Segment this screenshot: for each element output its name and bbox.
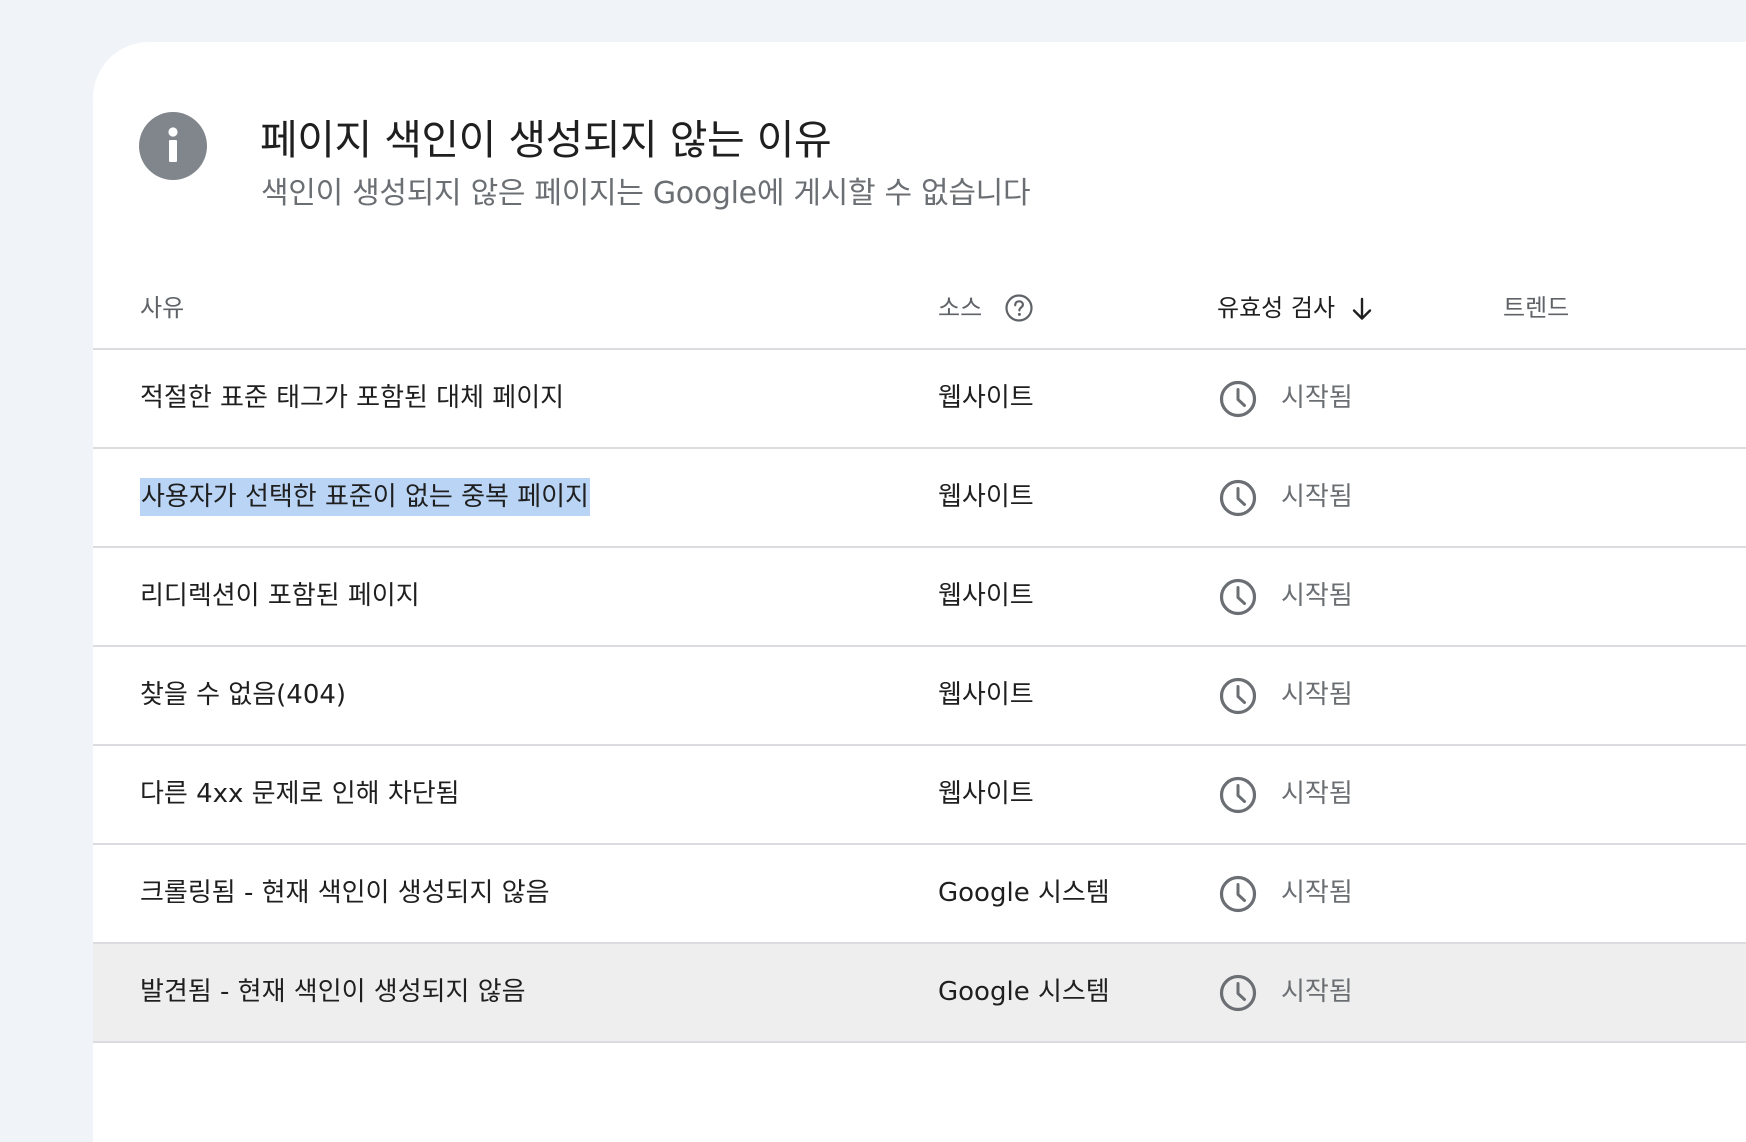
row-status: 시작됨 — [1281, 878, 1353, 908]
row-status: 시작됨 — [1281, 383, 1353, 413]
header-reason[interactable]: 사유 — [140, 268, 184, 348]
row-reason: 리디렉션이 포함된 페이지 — [140, 581, 420, 611]
row-source: Google 시스템 — [938, 977, 1110, 1007]
info-icon — [139, 112, 207, 180]
clock-icon — [1219, 776, 1257, 814]
row-reason: 발견됨 - 현재 색인이 생성되지 않음 — [140, 977, 526, 1007]
table-row[interactable]: 크롤링됨 - 현재 색인이 생성되지 않음 Google 시스템 시작됨 — [93, 845, 1746, 944]
panel-subtitle: 색인이 생성되지 않은 페이지는 Google에 게시할 수 없습니다 — [261, 176, 1031, 211]
clock-icon — [1219, 578, 1257, 616]
row-source: 웹사이트 — [938, 680, 1034, 710]
table-row[interactable]: 리디렉션이 포함된 페이지 웹사이트 시작됨 — [93, 548, 1746, 647]
row-source: 웹사이트 — [938, 581, 1034, 611]
clock-icon — [1219, 380, 1257, 418]
row-reason: 크롤링됨 - 현재 색인이 생성되지 않음 — [140, 878, 550, 908]
table-row[interactable]: 사용자가 선택한 표준이 없는 중복 페이지 웹사이트 시작됨 — [93, 449, 1746, 548]
header-validation[interactable]: 유효성 검사 — [1217, 268, 1335, 348]
table-header: 사유 소스 유효성 검사 트렌드 — [93, 268, 1746, 350]
clock-icon — [1219, 974, 1257, 1012]
clock-icon — [1219, 479, 1257, 517]
row-status: 시작됨 — [1281, 977, 1353, 1007]
row-reason: 사용자가 선택한 표준이 없는 중복 페이지 — [140, 449, 590, 546]
row-status: 시작됨 — [1281, 581, 1353, 611]
row-reason: 찾을 수 없음(404) — [140, 680, 347, 710]
panel-title: 페이지 색인이 생성되지 않는 이유 — [260, 116, 832, 164]
row-source: Google 시스템 — [938, 878, 1110, 908]
row-status: 시작됨 — [1281, 779, 1353, 809]
clock-icon — [1219, 677, 1257, 715]
row-status: 시작됨 — [1281, 482, 1353, 512]
row-reason: 다른 4xx 문제로 인해 차단됨 — [140, 779, 460, 809]
header-trend[interactable]: 트렌드 — [1503, 268, 1569, 348]
table-row[interactable]: 다른 4xx 문제로 인해 차단됨 웹사이트 시작됨 — [93, 746, 1746, 845]
header-source[interactable]: 소스 — [938, 268, 982, 348]
help-icon[interactable] — [1004, 293, 1034, 323]
selected-text: 사용자가 선택한 표준이 없는 중복 페이지 — [140, 478, 590, 516]
row-status: 시작됨 — [1281, 680, 1353, 710]
row-reason: 적절한 표준 태그가 포함된 대체 페이지 — [140, 383, 565, 413]
row-source: 웹사이트 — [938, 383, 1034, 413]
reasons-panel: 페이지 색인이 생성되지 않는 이유 색인이 생성되지 않은 페이지는 Goog… — [93, 42, 1746, 1142]
table-row[interactable]: 적절한 표준 태그가 포함된 대체 페이지 웹사이트 시작됨 — [93, 350, 1746, 449]
clock-icon — [1219, 875, 1257, 913]
row-source: 웹사이트 — [938, 779, 1034, 809]
table-row[interactable]: 발견됨 - 현재 색인이 생성되지 않음 Google 시스템 시작됨 — [93, 944, 1746, 1043]
arrow-down-icon[interactable] — [1350, 296, 1374, 322]
row-source: 웹사이트 — [938, 482, 1034, 512]
table-row[interactable]: 찾을 수 없음(404) 웹사이트 시작됨 — [93, 647, 1746, 746]
